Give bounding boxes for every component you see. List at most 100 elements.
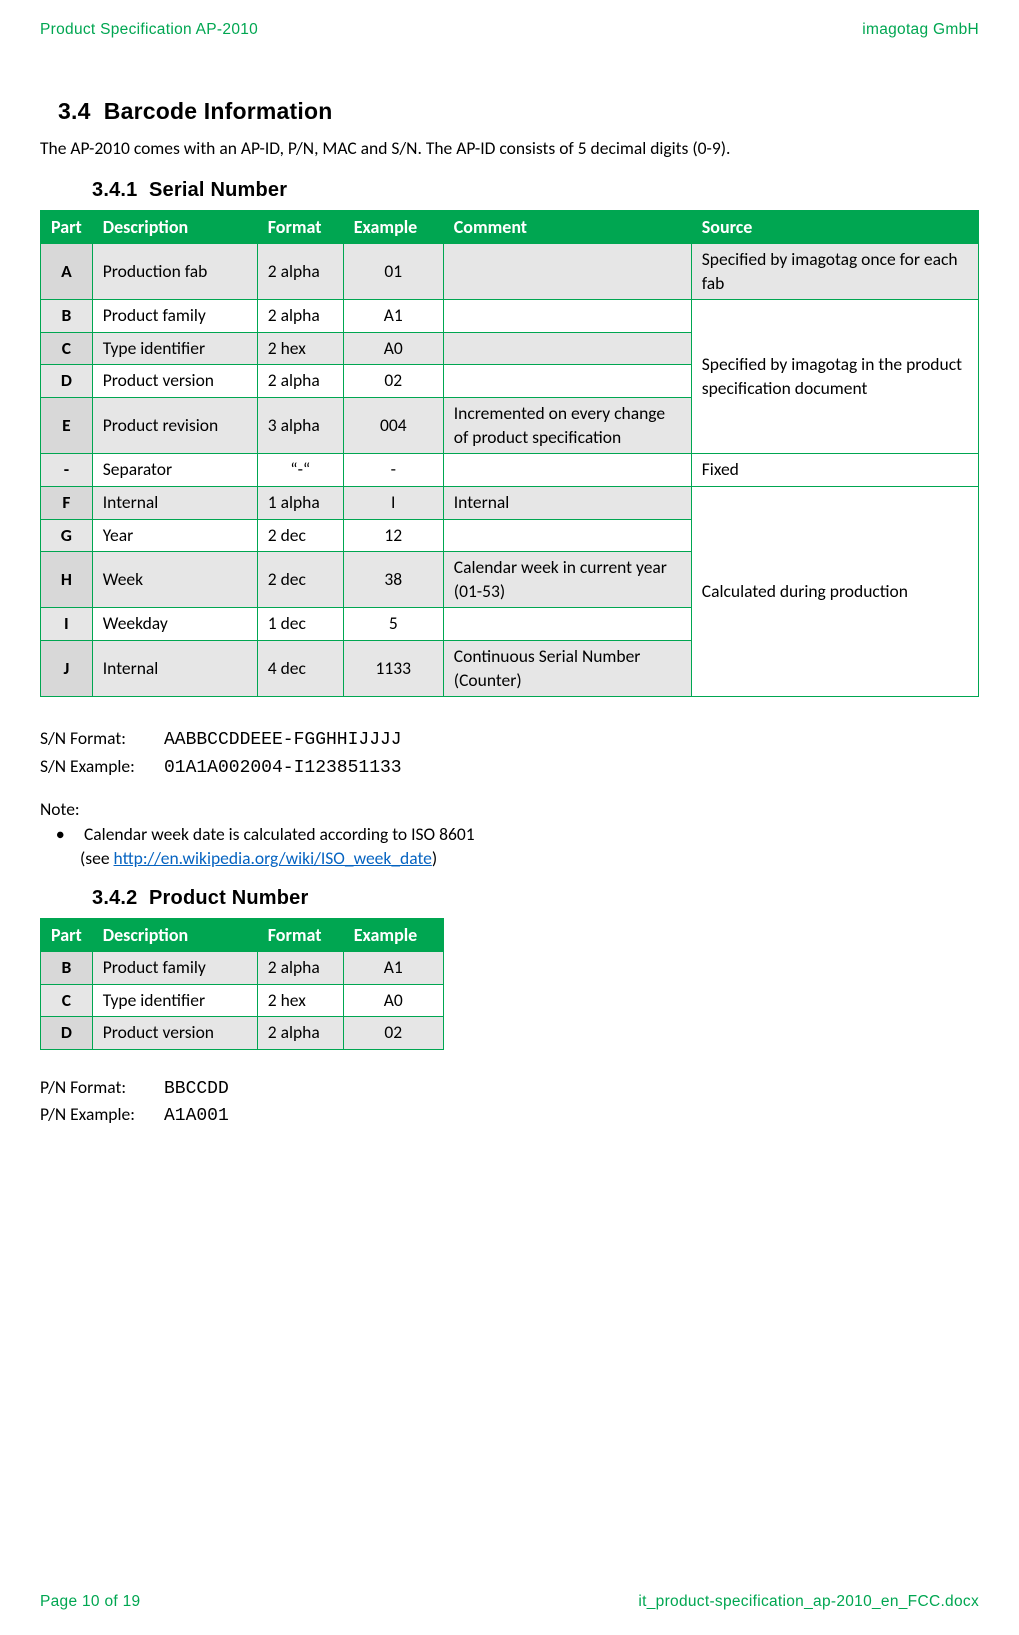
note-item: Calendar week date is calculated accordi… (80, 823, 979, 870)
table-row: D Product version 2 alpha 02 (41, 1017, 444, 1050)
cell-desc: Internal (92, 641, 257, 697)
cell-example: A1 (343, 300, 443, 333)
col-part: Part (41, 210, 93, 243)
serial-number-table: Part Description Format Example Comment … (40, 210, 979, 698)
table-row: - Separator “-“ - Fixed (41, 454, 979, 487)
wikipedia-link[interactable]: http://en.wikipedia.org/wiki/ISO_week_da… (114, 847, 432, 869)
sn-format-label: S/N Format: (40, 727, 160, 751)
page-header: Product Specification AP-2010 imagotag G… (40, 20, 979, 41)
cell-format: 2 alpha (257, 1017, 343, 1050)
heading-number: 3.4.2 (92, 887, 137, 909)
cell-example: 1133 (343, 641, 443, 697)
cell-part: H (41, 552, 93, 608)
cell-desc: Type identifier (92, 984, 257, 1017)
table-header-row: Part Description Format Example (41, 918, 444, 951)
cell-format: 2 alpha (257, 365, 343, 398)
col-format: Format (257, 210, 343, 243)
cell-part: C (41, 332, 93, 365)
cell-example: A1 (343, 952, 443, 985)
cell-example: 004 (343, 398, 443, 454)
cell-format: 2 dec (257, 552, 343, 608)
cell-source-merged: Specified by imagotag in the product spe… (691, 300, 978, 454)
cell-comment (443, 243, 691, 299)
table-row: F Internal 1 alpha I Internal Calculated… (41, 486, 979, 519)
note-close: ) (432, 847, 437, 869)
cell-part: I (41, 608, 93, 641)
note-heading: Note: (40, 798, 979, 822)
section-intro: The AP-2010 comes with an AP-ID, P/N, MA… (40, 137, 979, 161)
cell-desc: Product version (92, 365, 257, 398)
cell-format: 2 hex (257, 332, 343, 365)
footer-right: it_product-specification_ap-2010_en_FCC.… (638, 1592, 979, 1613)
cell-comment (443, 300, 691, 333)
cell-format: 3 alpha (257, 398, 343, 454)
col-description: Description (92, 210, 257, 243)
cell-format: 2 alpha (257, 300, 343, 333)
cell-part: - (41, 454, 93, 487)
heading-number: 3.4.1 (92, 179, 137, 201)
cell-format: 2 alpha (257, 952, 343, 985)
cell-desc: Type identifier (92, 332, 257, 365)
cell-desc: Week (92, 552, 257, 608)
cell-desc: Internal (92, 486, 257, 519)
cell-example: A0 (343, 984, 443, 1017)
sn-format-row: S/N Format: AABBCCDDEEE-FGGHHIJJJJ (40, 727, 979, 752)
col-format: Format (257, 918, 343, 951)
cell-part: J (41, 641, 93, 697)
col-example: Example (343, 210, 443, 243)
cell-example: - (343, 454, 443, 487)
pn-example-value: A1A001 (164, 1106, 229, 1126)
col-source: Source (691, 210, 978, 243)
cell-part: B (41, 300, 93, 333)
pn-example-label: P/N Example: (40, 1103, 160, 1127)
cell-source: Fixed (691, 454, 978, 487)
cell-desc: Production fab (92, 243, 257, 299)
cell-example: A0 (343, 332, 443, 365)
sn-format-value: AABBCCDDEEE-FGGHHIJJJJ (164, 730, 402, 750)
cell-comment: Calendar week in current year (01-53) (443, 552, 691, 608)
col-part: Part (41, 918, 93, 951)
cell-part: F (41, 486, 93, 519)
table-row: B Product family 2 alpha A1 (41, 952, 444, 985)
cell-example: I (343, 486, 443, 519)
cell-format: 1 dec (257, 608, 343, 641)
cell-desc: Product family (92, 300, 257, 333)
heading-title: Product Number (149, 887, 308, 909)
cell-part: E (41, 398, 93, 454)
table-row: A Production fab 2 alpha 01 Specified by… (41, 243, 979, 299)
note-list: Calendar week date is calculated accordi… (80, 823, 979, 870)
header-right: imagotag GmbH (862, 20, 979, 41)
cell-desc: Product revision (92, 398, 257, 454)
heading-3-4-2: 3.4.2 Product Number (92, 885, 979, 912)
cell-comment (443, 608, 691, 641)
cell-desc: Product family (92, 952, 257, 985)
cell-example: 5 (343, 608, 443, 641)
cell-part: A (41, 243, 93, 299)
pn-example-row: P/N Example: A1A001 (40, 1103, 979, 1128)
cell-example: 02 (343, 1017, 443, 1050)
cell-format: 4 dec (257, 641, 343, 697)
cell-format: 2 alpha (257, 243, 343, 299)
table-row: C Type identifier 2 hex A0 (41, 984, 444, 1017)
heading-number: 3.4 (58, 98, 91, 124)
sn-example-row: S/N Example: 01A1A002004-I123851133 (40, 755, 979, 780)
header-left: Product Specification AP-2010 (40, 20, 258, 41)
cell-part: D (41, 1017, 93, 1050)
pn-format-row: P/N Format: BBCCDD (40, 1076, 979, 1101)
cell-example: 12 (343, 519, 443, 552)
cell-desc: Weekday (92, 608, 257, 641)
cell-part: D (41, 365, 93, 398)
cell-source-merged: Calculated during production (691, 486, 978, 696)
heading-3-4-1: 3.4.1 Serial Number (92, 177, 979, 204)
cell-part: C (41, 984, 93, 1017)
cell-comment (443, 365, 691, 398)
cell-source: Specified by imagotag once for each fab (691, 243, 978, 299)
col-comment: Comment (443, 210, 691, 243)
cell-format: 2 hex (257, 984, 343, 1017)
cell-comment: Continuous Serial Number (Counter) (443, 641, 691, 697)
cell-desc: Product version (92, 1017, 257, 1050)
cell-desc: Year (92, 519, 257, 552)
table-row: B Product family 2 alpha A1 Specified by… (41, 300, 979, 333)
footer-left: Page 10 of 19 (40, 1592, 140, 1613)
product-number-table: Part Description Format Example B Produc… (40, 918, 444, 1050)
